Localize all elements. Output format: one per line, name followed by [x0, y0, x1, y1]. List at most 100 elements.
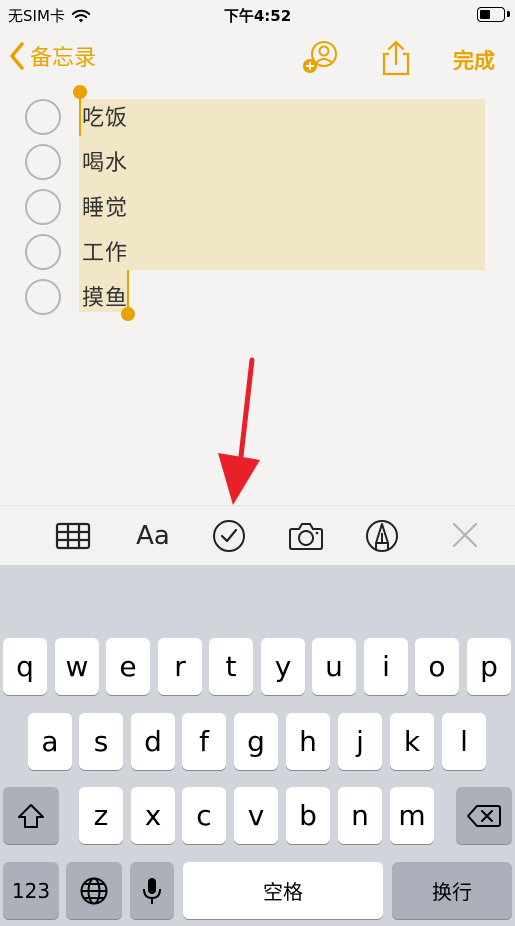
dictation-key[interactable]: [130, 862, 174, 919]
key-j[interactable]: j: [338, 713, 382, 770]
microphone-icon: [143, 877, 161, 904]
key-p[interactable]: p: [467, 638, 511, 695]
key-label: d: [144, 725, 162, 758]
checkbox-circle[interactable]: [25, 189, 61, 225]
nav-bar: 备忘录 完成: [0, 30, 515, 86]
checkbox-circle[interactable]: [25, 279, 61, 315]
key-label: 空格: [263, 880, 303, 904]
checklist-item-label[interactable]: 喝水: [82, 145, 128, 177]
pen-markup-icon: [366, 520, 398, 552]
red-arrow-annotation: [218, 357, 260, 505]
checklist-item: 摸鱼: [0, 272, 515, 317]
battery-level: [480, 10, 490, 19]
battery-cap: [507, 11, 510, 17]
selection-start-handle[interactable]: [73, 85, 87, 99]
shift-icon: [18, 803, 44, 828]
key-label: e: [119, 650, 137, 683]
share-icon[interactable]: [376, 40, 416, 76]
key-m[interactable]: m: [390, 787, 434, 844]
back-label: 备忘录: [30, 46, 97, 71]
back-button[interactable]: 备忘录: [8, 40, 96, 72]
key-label: i: [382, 650, 390, 683]
key-b[interactable]: b: [286, 787, 330, 844]
checklist: 吃饭 喝水 睡觉 工作 摸鱼: [0, 92, 515, 317]
key-k[interactable]: k: [390, 713, 434, 770]
key-label: g: [247, 725, 265, 758]
key-x[interactable]: x: [131, 787, 175, 844]
checkbox-circle[interactable]: [25, 144, 61, 180]
key-u[interactable]: u: [312, 638, 356, 695]
add-collaborator-icon[interactable]: [302, 40, 342, 76]
key-h[interactable]: h: [286, 713, 330, 770]
done-button[interactable]: 完成: [453, 45, 495, 75]
key-label: k: [403, 725, 421, 758]
key-label: 123: [11, 878, 51, 903]
key-label: h: [299, 725, 317, 758]
key-label: v: [247, 799, 265, 832]
checklist-item-label[interactable]: 睡觉: [82, 190, 128, 222]
checklist-item-label[interactable]: 摸鱼: [82, 280, 128, 312]
key-g[interactable]: g: [234, 713, 278, 770]
key-label: c: [196, 799, 212, 832]
shift-key[interactable]: [3, 787, 59, 844]
key-label: p: [480, 650, 498, 683]
numbers-key[interactable]: 123: [3, 862, 59, 919]
key-e[interactable]: e: [106, 638, 150, 695]
key-label: j: [356, 725, 364, 758]
key-label: x: [144, 799, 162, 832]
key-label: a: [41, 725, 59, 758]
key-label: u: [325, 650, 343, 683]
checkbox-circle[interactable]: [25, 234, 61, 270]
key-label: w: [65, 650, 89, 683]
key-d[interactable]: d: [131, 713, 175, 770]
checklist-item-label[interactable]: 工作: [82, 235, 128, 267]
key-n[interactable]: n: [338, 787, 382, 844]
delete-key[interactable]: [456, 787, 512, 844]
space-key[interactable]: 空格: [183, 862, 383, 919]
key-i[interactable]: i: [364, 638, 408, 695]
note-toolbar: Aa: [0, 505, 515, 565]
close-toolbar-button[interactable]: [445, 518, 485, 554]
chevron-left-icon: [10, 42, 24, 70]
key-f[interactable]: f: [182, 713, 226, 770]
camera-button[interactable]: [286, 518, 326, 554]
selection-end-caret: [127, 270, 129, 310]
key-label: l: [460, 725, 468, 758]
key-y[interactable]: y: [261, 638, 305, 695]
keyboard: q w e r t y u i o p a s d f g h j k l z …: [0, 565, 515, 926]
key-label: s: [93, 725, 109, 758]
status-time: 下午4:52: [223, 7, 292, 25]
globe-key[interactable]: [66, 862, 122, 919]
table-icon: [55, 522, 91, 550]
key-v[interactable]: v: [234, 787, 278, 844]
key-l[interactable]: l: [442, 713, 486, 770]
key-label: b: [299, 799, 317, 832]
key-label: o: [428, 650, 446, 683]
backspace-icon: [467, 804, 501, 827]
return-key[interactable]: 换行: [392, 862, 512, 919]
key-a[interactable]: a: [28, 713, 72, 770]
checklist-item-label[interactable]: 吃饭: [82, 100, 128, 132]
key-o[interactable]: o: [415, 638, 459, 695]
key-z[interactable]: z: [79, 787, 123, 844]
key-label: m: [398, 799, 426, 832]
key-label: y: [274, 650, 292, 683]
markup-button[interactable]: [362, 518, 402, 554]
checkbox-circle[interactable]: [25, 99, 61, 135]
checklist-item: 睡觉: [0, 182, 515, 227]
key-t[interactable]: t: [209, 638, 253, 695]
key-c[interactable]: c: [182, 787, 226, 844]
table-button[interactable]: [53, 518, 93, 554]
checklist-item: 工作: [0, 227, 515, 272]
key-label: 换行: [432, 880, 472, 904]
key-q[interactable]: q: [3, 638, 47, 695]
key-w[interactable]: w: [55, 638, 99, 695]
checklist-button[interactable]: [209, 518, 249, 554]
key-s[interactable]: s: [79, 713, 123, 770]
checkmark-circle-icon: [213, 520, 245, 552]
key-label: r: [174, 650, 186, 683]
format-button[interactable]: Aa: [133, 518, 173, 554]
selection-end-handle[interactable]: [121, 307, 135, 321]
key-label: q: [16, 650, 34, 683]
key-r[interactable]: r: [158, 638, 202, 695]
